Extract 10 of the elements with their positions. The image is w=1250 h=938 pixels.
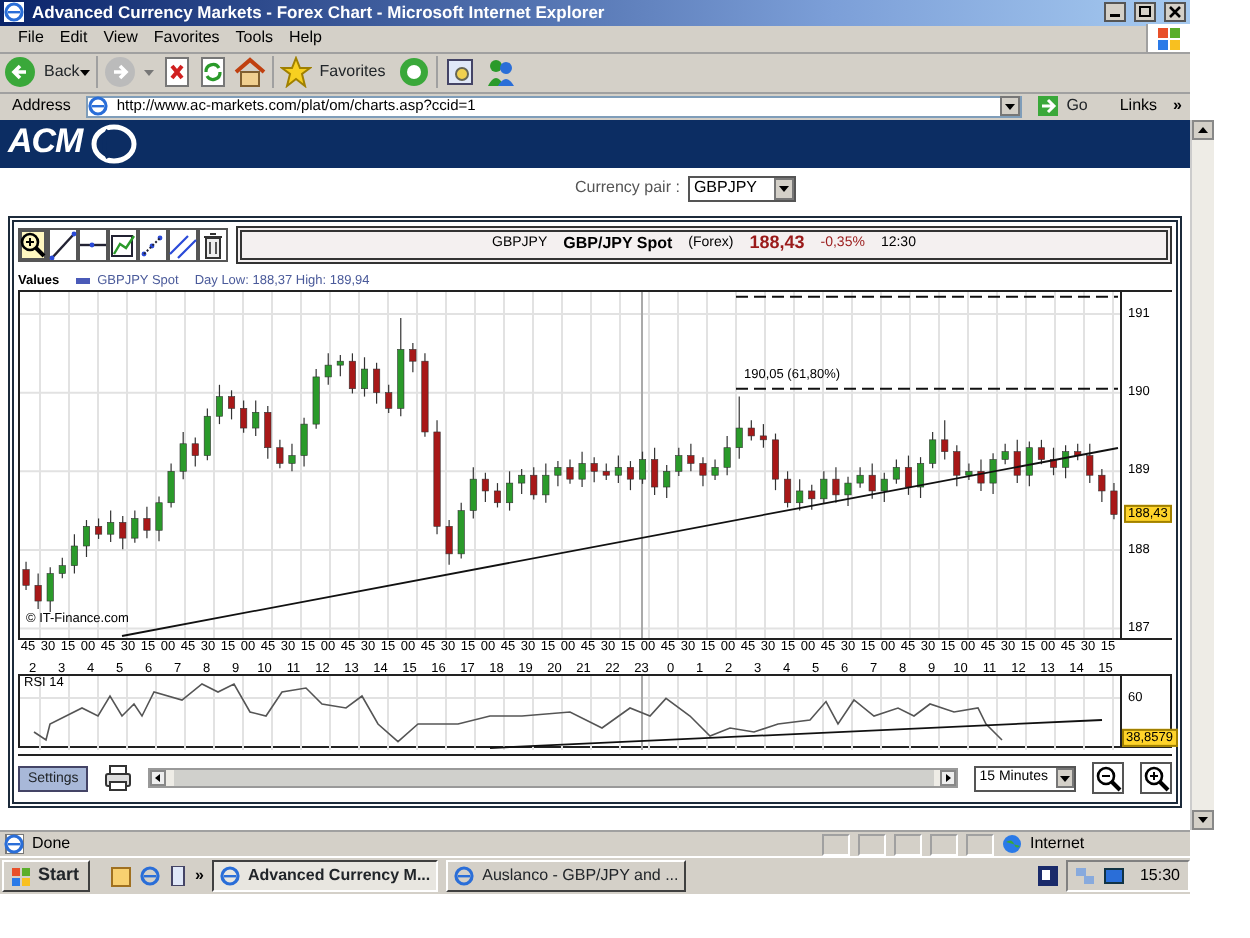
currency-pair-label: Currency pair : <box>574 180 680 199</box>
zone-text: Internet <box>1030 835 1087 853</box>
logo-text: ACM <box>8 124 83 163</box>
address-label: Address <box>10 97 73 116</box>
selected-value: GBPJPY <box>693 180 758 199</box>
window-title: Advanced Currency Markets - Forex Chart - Microsoft Internet Explorer <box>32 3 607 23</box>
price-text: 188,43 <box>749 234 805 255</box>
clock-text: 15:30 <box>1139 867 1180 885</box>
status-text: Done <box>32 835 73 853</box>
instrument-name: GBP/JPY Spot <box>563 235 673 254</box>
